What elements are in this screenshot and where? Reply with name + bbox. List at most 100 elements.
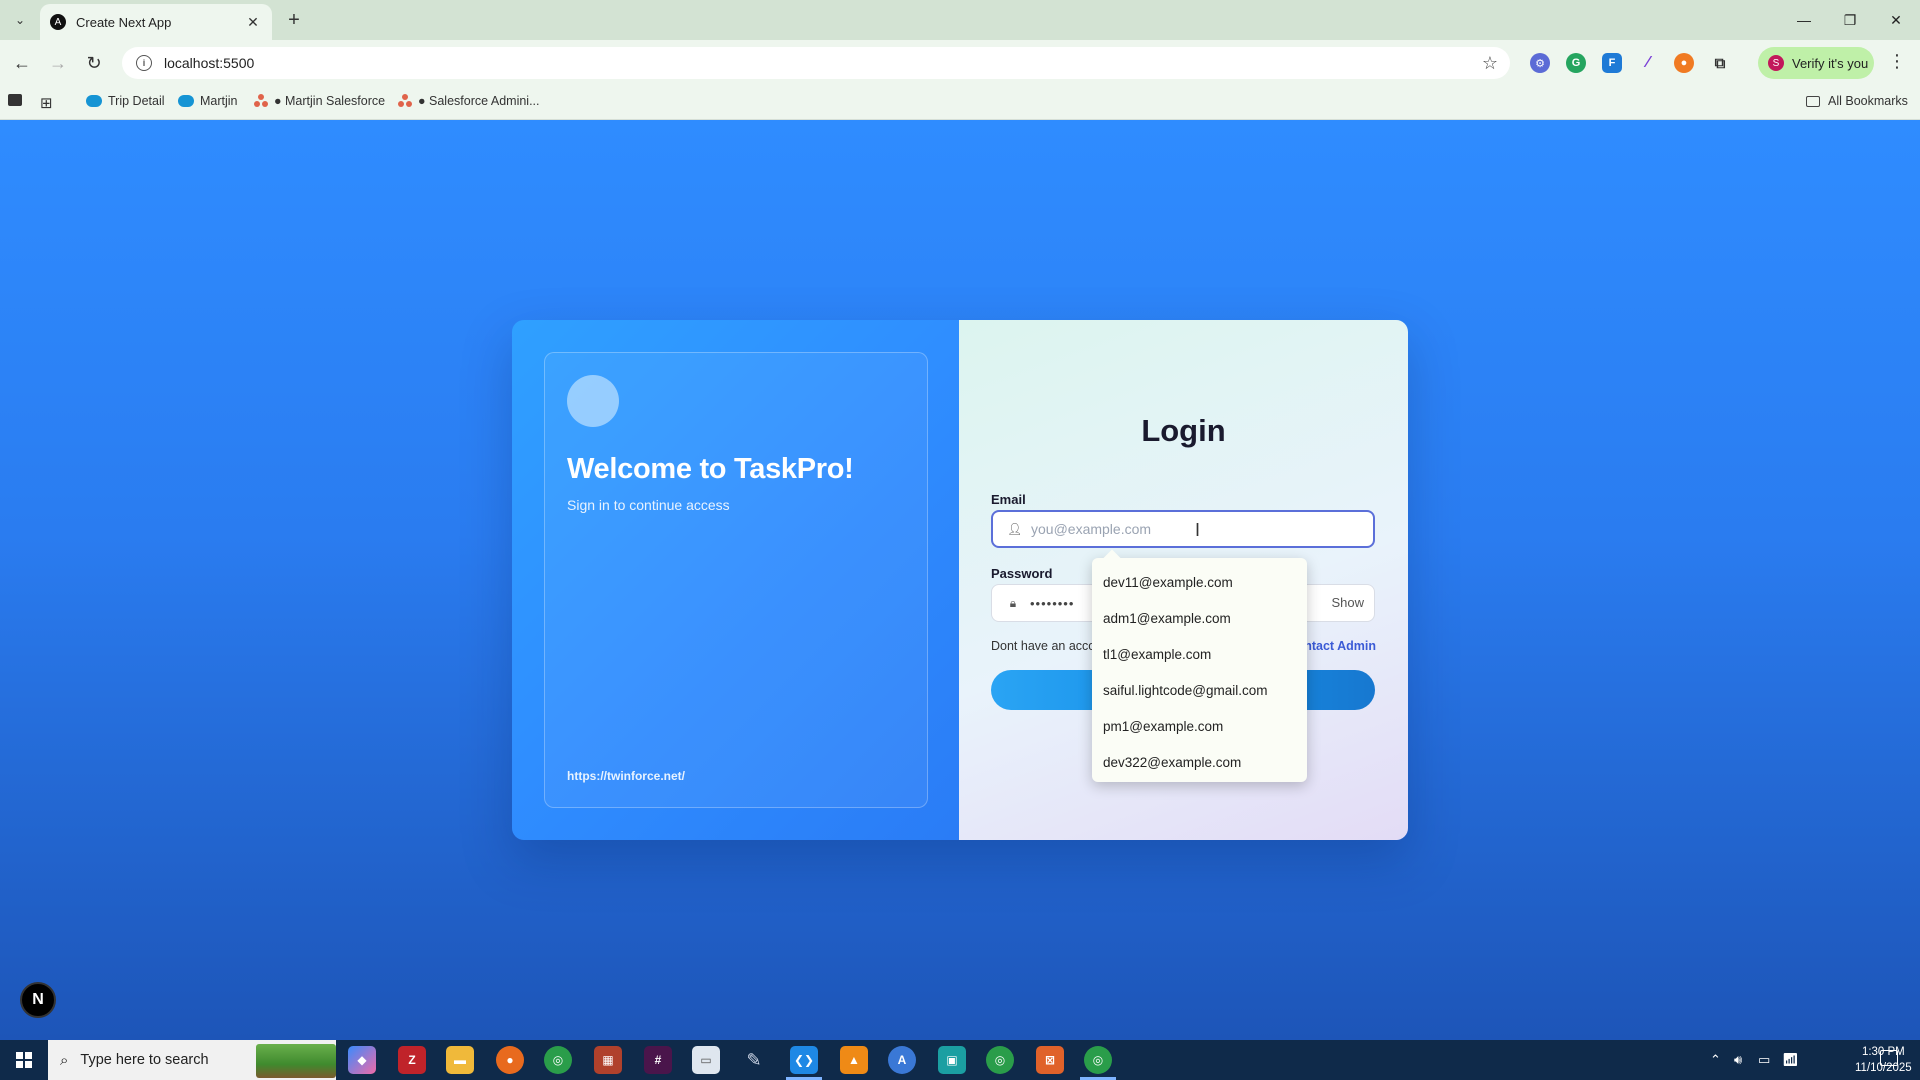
xampp-icon[interactable]: ⊠ [1036,1046,1064,1074]
notification-center-icon[interactable] [1880,1050,1898,1066]
folder-icon [1806,95,1820,107]
site-link[interactable]: https://twinforce.net/ [567,769,685,783]
email-autocomplete-dropdown: dev11@example.com adm1@example.com tl1@e… [1092,549,1307,782]
search-icon: ⌕ [60,1051,69,1069]
site-info-icon[interactable]: i [136,55,152,71]
autocomplete-option[interactable]: tl1@example.com [1092,636,1307,672]
firefox-icon[interactable]: ● [496,1046,524,1074]
verify-profile-button[interactable]: S Verify it's you [1758,47,1874,79]
page-background: Welcome to TaskPro! Sign in to continue … [0,120,1920,1040]
notepad-icon[interactable]: ▭ [692,1046,720,1074]
signup-prompt: Dont have an acco [991,639,1096,653]
email-input[interactable] [1031,521,1351,537]
extension-grammarly-icon[interactable]: G [1566,53,1586,73]
trailhead-dots-icon [254,94,268,108]
start-button[interactable] [0,1040,48,1080]
paint-icon[interactable]: ✎ [740,1046,768,1074]
bookmark-label: Trip Detail [108,94,165,108]
show-password-button[interactable]: Show [1331,595,1364,610]
restore-window-icon[interactable]: ❐ [1836,6,1864,34]
tab-close-icon[interactable]: ✕ [244,14,262,31]
address-bar[interactable]: i localhost:5500 ☆ [122,47,1510,79]
welcome-panel: Welcome to TaskPro! Sign in to continue … [512,320,959,840]
file-explorer-icon[interactable]: ▬ [446,1046,474,1074]
display-icon[interactable]: ▭ [1758,1052,1770,1068]
browser-tab-strip: ⌄ A Create Next App ✕ + — ❐ ✕ [0,0,1920,40]
welcome-panel-inner: Welcome to TaskPro! Sign in to continue … [544,352,928,808]
browser-toolbar: ← → ↻ i localhost:5500 ☆ ⚙ G F ⁄ ● ⧉ S V… [0,40,1920,86]
vlc-icon[interactable]: ▲ [840,1046,868,1074]
nextjs-dev-badge[interactable]: N [20,982,56,1018]
back-arrow-icon[interactable]: ← [10,51,34,75]
salesforce-cloud-icon [178,95,194,107]
tray-chevron-icon[interactable]: ⌃ [1710,1052,1721,1068]
extension-orange-icon[interactable]: ● [1674,53,1694,73]
taskbar-search-text: Type here to search [80,1052,209,1068]
windows-logo-icon [16,1052,32,1068]
chrome-icon[interactable]: ◎ [544,1046,572,1074]
search-highlight-art [256,1044,336,1078]
remote-desktop-icon[interactable]: ▣ [938,1046,966,1074]
taskbar-search[interactable]: ⌕ Type here to search [48,1040,336,1080]
email-label: Email [991,492,1026,507]
vscode-icon[interactable]: ❮❯ [790,1046,818,1074]
url-text: localhost:5500 [164,55,255,71]
welcome-subtitle: Sign in to continue access [567,497,730,513]
password-masked-value: •••••••• [1030,595,1075,611]
app-store-icon[interactable]: A [888,1046,916,1074]
winrar-icon[interactable]: ▦ [594,1046,622,1074]
extension-gear-icon[interactable]: ⚙ [1530,53,1550,73]
close-window-icon[interactable]: ✕ [1882,6,1910,34]
extensions-puzzle-icon[interactable]: ⧉ [1710,53,1730,73]
extension-pen-icon[interactable]: ⁄ [1638,53,1658,73]
network-icon[interactable]: 📶︎ [1782,1052,1799,1068]
lock-icon: 🔒︎ [1009,595,1017,610]
salesforce-cloud-icon [86,95,102,107]
autocomplete-option[interactable]: adm1@example.com [1092,600,1307,636]
bookmark-tab-groups-icon[interactable] [8,94,22,106]
bookmark-star-icon[interactable]: ☆ [1482,53,1498,74]
welcome-heading: Welcome to TaskPro! [567,453,854,485]
bookmark-label: Martjin [200,94,238,108]
verify-label: Verify it's you [1792,55,1869,71]
bookmarks-bar: ⊞ Trip Detail Martjin ● Martjin Salesfor… [0,86,1920,120]
nextjs-favicon-icon: A [50,14,66,30]
forward-arrow-icon[interactable]: → [46,51,70,75]
bookmark-salesforce-admin[interactable]: ● Salesforce Admini... [398,94,540,108]
autocomplete-option[interactable]: pm1@example.com [1092,708,1307,744]
browser-menu-kebab-icon[interactable]: ⋮ [1888,51,1906,72]
bookmark-label: ● Salesforce Admini... [418,94,540,108]
contact-admin-link[interactable]: ontact Admin [1297,639,1376,653]
bookmark-trip-detail[interactable]: Trip Detail [86,94,165,108]
autocomplete-option[interactable]: dev322@example.com [1092,744,1307,780]
browser-tab-active[interactable]: A Create Next App ✕ [40,4,272,40]
all-bookmarks-label: All Bookmarks [1828,94,1908,108]
trailhead-dots-icon [398,94,412,108]
autocomplete-option[interactable]: dev11@example.com [1092,564,1307,600]
tab-title: Create Next App [76,14,172,30]
chrome-active-icon[interactable]: ◎ [1084,1046,1112,1074]
email-field[interactable]: 👤︎ [991,510,1375,548]
reload-icon[interactable]: ↻ [82,51,106,75]
extension-form-icon[interactable]: F [1602,53,1622,73]
chrome-profile-icon[interactable]: ◎ [986,1046,1014,1074]
all-bookmarks-button[interactable]: All Bookmarks [1806,94,1908,108]
copilot-icon[interactable]: ◆ [348,1046,376,1074]
filezilla-icon[interactable]: Z [398,1046,426,1074]
logo-circle-icon [567,375,619,427]
password-label: Password [991,566,1053,581]
windows-taskbar: ⌕ Type here to search ◆ Z ▬ ● ◎ ▦ # ▭ ✎ … [0,1040,1920,1080]
apps-grid-icon[interactable]: ⊞ [40,94,53,112]
new-tab-plus-icon[interactable]: + [282,8,306,32]
tab-search-chevron-icon[interactable]: ⌄ [8,8,32,32]
text-cursor-icon: I [1195,520,1201,540]
volume-icon[interactable]: 🔊︎ [1734,1052,1742,1068]
minimize-window-icon[interactable]: — [1790,6,1818,34]
bookmark-martjin-salesforce[interactable]: ● Martjin Salesforce [254,94,385,108]
slack-icon[interactable]: # [644,1046,672,1074]
bookmark-label: ● Martjin Salesforce [274,94,386,108]
bookmark-martjin[interactable]: Martjin [178,94,238,108]
profile-avatar: S [1768,55,1784,71]
user-icon: 👤︎ [1007,522,1023,536]
autocomplete-option[interactable]: saiful.lightcode@gmail.com [1092,672,1307,708]
